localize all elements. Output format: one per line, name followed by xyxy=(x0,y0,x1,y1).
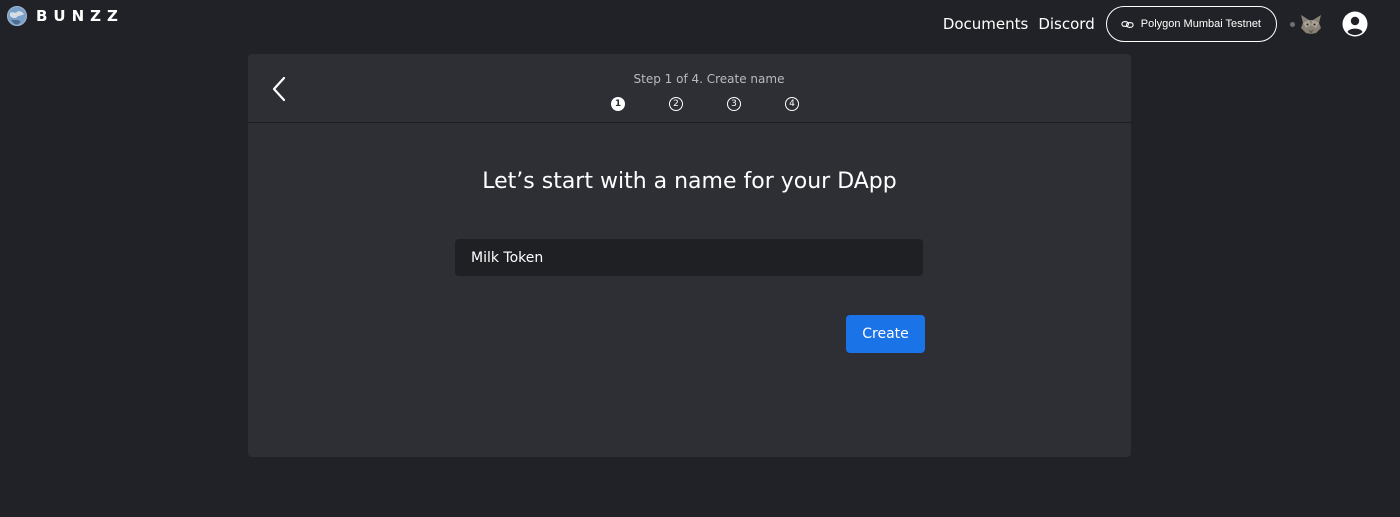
page-title: Let’s start with a name for your DApp xyxy=(482,169,897,194)
brand-logo[interactable]: BUNZZ xyxy=(7,6,124,26)
link-icon xyxy=(1121,20,1134,28)
documents-link[interactable]: Documents xyxy=(943,5,1029,43)
top-bar: BUNZZ Documents Discord Polygon Mumbai T… xyxy=(0,0,1400,50)
step-3-indicator: 3 xyxy=(727,97,741,111)
network-selector-button[interactable]: Polygon Mumbai Testnet xyxy=(1105,6,1277,42)
step-caption: Step 1 of 4. Create name xyxy=(633,72,785,86)
step-indicator: 1 2 3 4 xyxy=(611,97,799,111)
discord-link[interactable]: Discord xyxy=(1038,5,1094,43)
user-circle-icon[interactable] xyxy=(1342,11,1368,37)
create-button[interactable]: Create xyxy=(846,315,925,353)
step-1-indicator: 1 xyxy=(611,97,625,111)
main-nav: Documents Discord Polygon Mumbai Testnet xyxy=(943,5,1400,43)
globe-icon xyxy=(7,6,27,26)
wizard-header: Step 1 of 4. Create name 1 2 3 4 xyxy=(248,54,1131,123)
step-2-indicator: 2 xyxy=(669,97,683,111)
dapp-name-input[interactable] xyxy=(455,239,923,276)
metamask-fox-icon[interactable] xyxy=(1298,11,1324,37)
network-label: Polygon Mumbai Testnet xyxy=(1140,18,1261,30)
connection-status-dot xyxy=(1290,21,1295,27)
create-dapp-card: Step 1 of 4. Create name 1 2 3 4 Let’s s… xyxy=(248,54,1131,457)
brand-name: BUNZZ xyxy=(36,7,124,25)
step-4-indicator: 4 xyxy=(785,97,799,111)
